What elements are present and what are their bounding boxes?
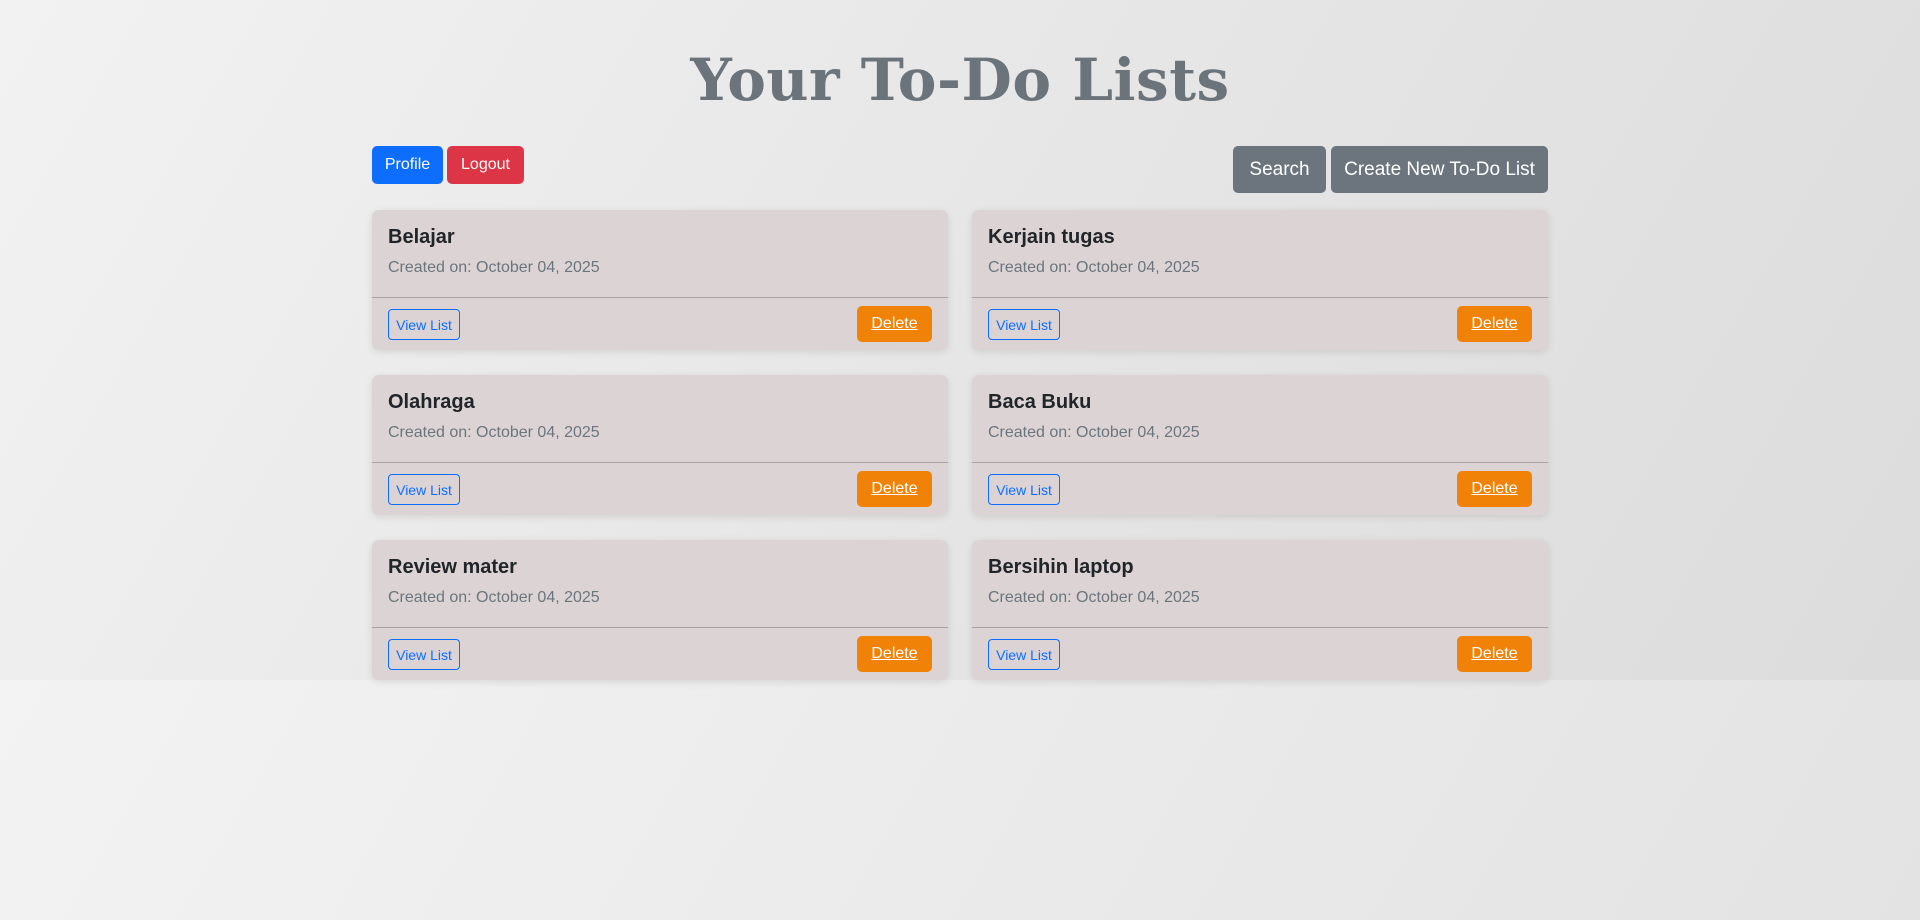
card-title: Bersihin laptop [988, 556, 1134, 578]
todo-card: Review mater Created on: October 04, 202… [372, 540, 948, 680]
card-created-date: Created on: October 04, 2025 [988, 424, 1200, 441]
card-title: Review mater [388, 556, 517, 578]
view-list-button[interactable]: View List [988, 639, 1060, 670]
todo-card: Baca Buku Created on: October 04, 2025 V… [972, 375, 1548, 515]
todo-card: Belajar Created on: October 04, 2025 Vie… [372, 210, 948, 350]
delete-button[interactable]: Delete [1457, 636, 1532, 672]
view-list-button[interactable]: View List [388, 309, 460, 340]
profile-button[interactable]: Profile [372, 146, 443, 184]
delete-button[interactable]: Delete [857, 471, 932, 507]
todo-card: Olahraga Created on: October 04, 2025 Vi… [372, 375, 948, 515]
search-button[interactable]: Search [1233, 146, 1326, 193]
card-divider [372, 627, 948, 628]
todo-card: Kerjain tugas Created on: October 04, 20… [972, 210, 1548, 350]
delete-button[interactable]: Delete [1457, 471, 1532, 507]
card-created-date: Created on: October 04, 2025 [988, 259, 1200, 276]
delete-button[interactable]: Delete [857, 636, 932, 672]
page-title: Your To-Do Lists [690, 46, 1230, 114]
card-created-date: Created on: October 04, 2025 [988, 589, 1200, 606]
card-divider [372, 297, 948, 298]
card-title: Baca Buku [988, 391, 1092, 413]
view-list-button[interactable]: View List [988, 474, 1060, 505]
view-list-button[interactable]: View List [388, 474, 460, 505]
card-divider [372, 462, 948, 463]
view-list-button[interactable]: View List [388, 639, 460, 670]
card-divider [972, 627, 1548, 628]
card-created-date: Created on: October 04, 2025 [388, 589, 600, 606]
card-title: Belajar [388, 226, 455, 248]
delete-button[interactable]: Delete [857, 306, 932, 342]
card-divider [972, 462, 1548, 463]
card-created-date: Created on: October 04, 2025 [388, 424, 600, 441]
card-created-date: Created on: October 04, 2025 [388, 259, 600, 276]
todo-card: Bersihin laptop Created on: October 04, … [972, 540, 1548, 680]
card-title: Olahraga [388, 391, 475, 413]
card-title: Kerjain tugas [988, 226, 1115, 248]
create-list-button[interactable]: Create New To-Do List [1331, 146, 1548, 193]
delete-button[interactable]: Delete [1457, 306, 1532, 342]
logout-button[interactable]: Logout [447, 146, 524, 184]
view-list-button[interactable]: View List [988, 309, 1060, 340]
card-divider [972, 297, 1548, 298]
